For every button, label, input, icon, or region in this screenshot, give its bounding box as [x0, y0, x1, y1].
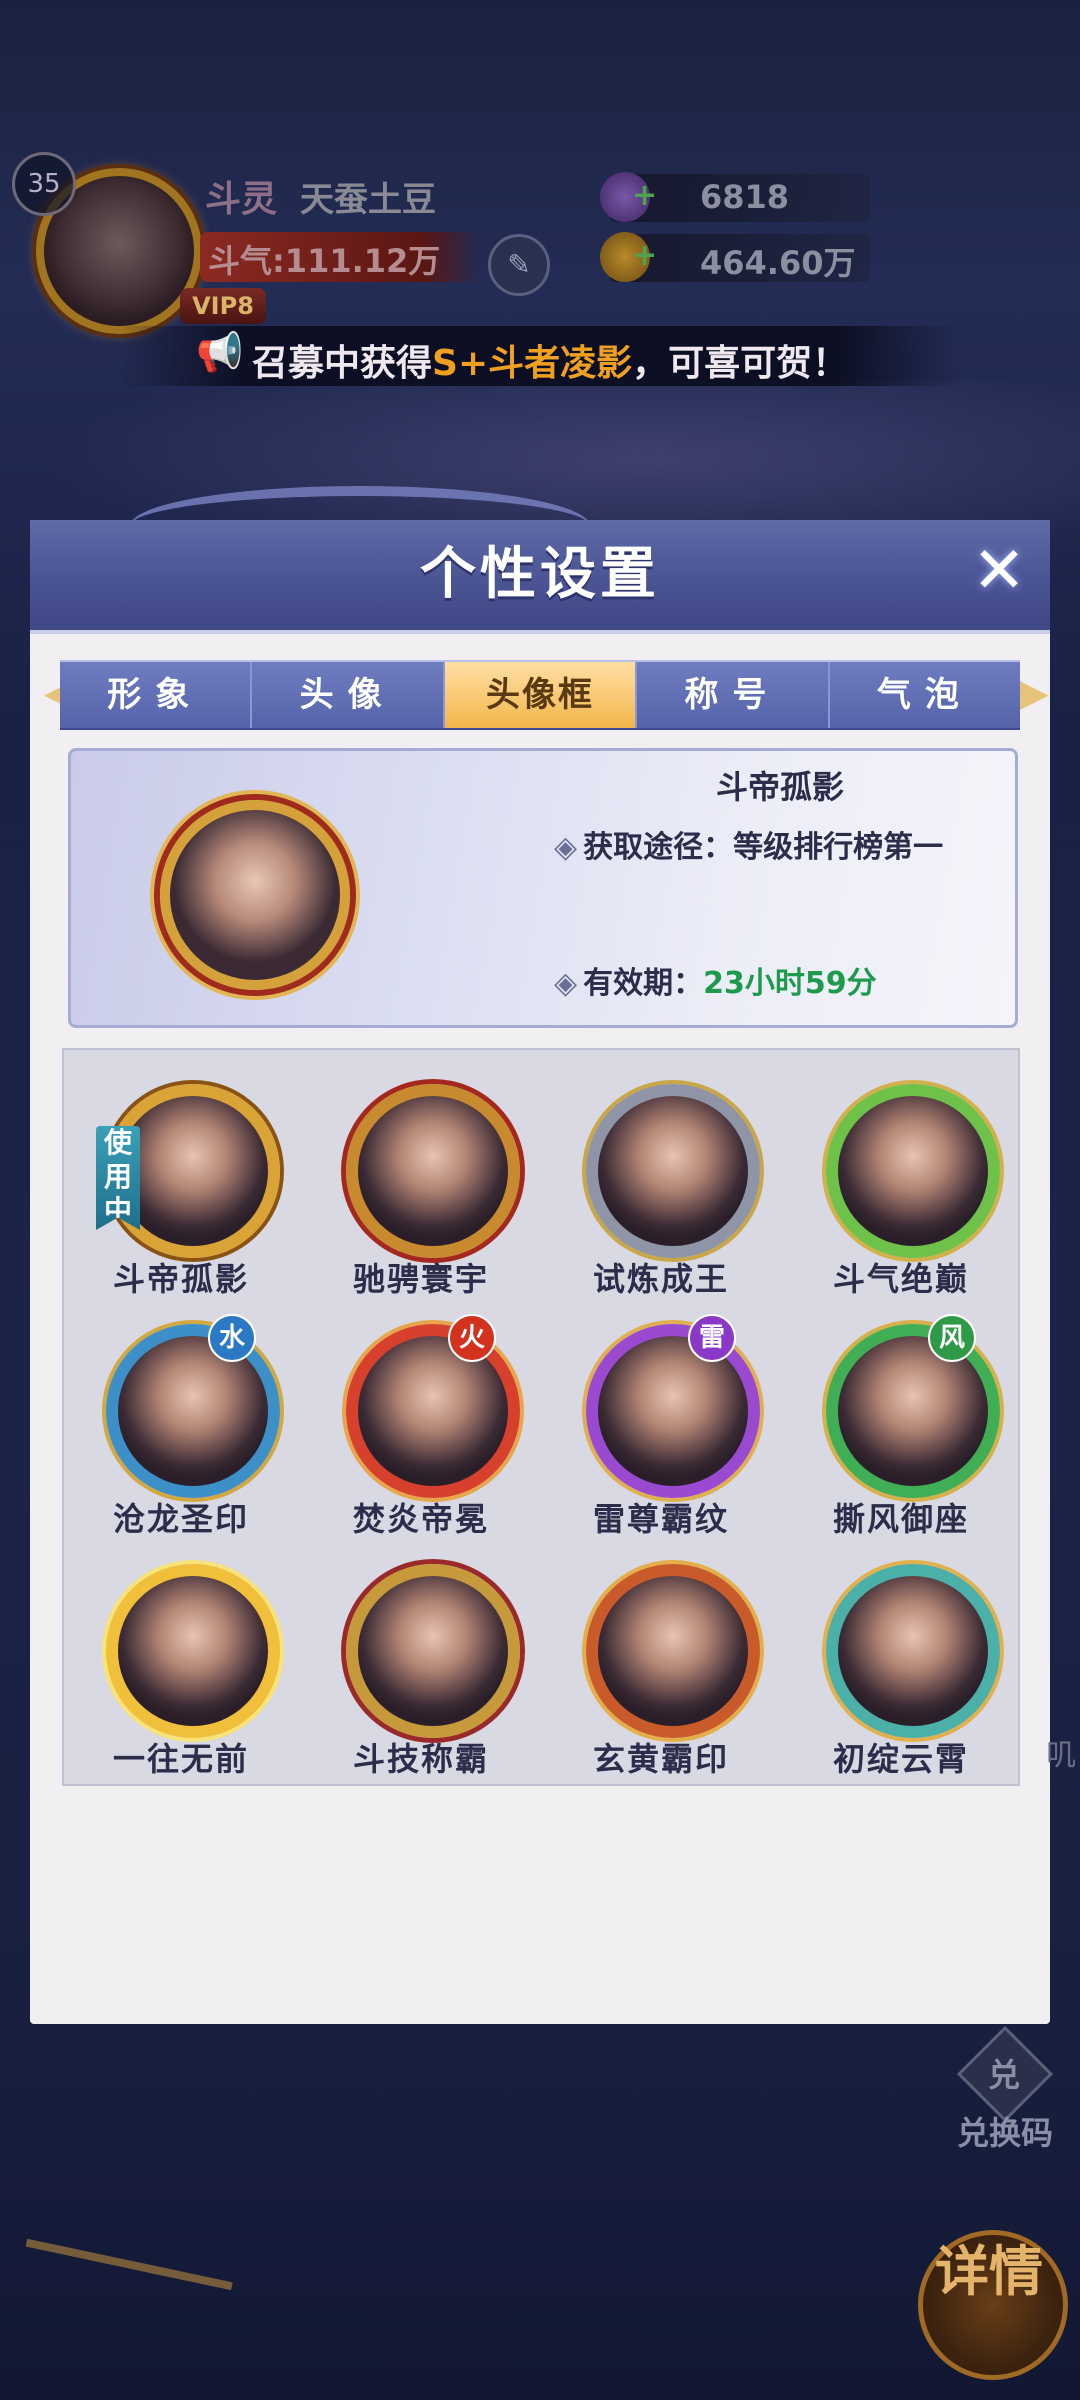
- redeem-label: 兑换码: [956, 2114, 1053, 2152]
- frame-source-value: 等级排行榜第一: [733, 830, 944, 865]
- frame-item[interactable]: 驰骋寰宇: [316, 1066, 520, 1306]
- frame-item[interactable]: 雷 雷尊霸纹: [556, 1306, 760, 1546]
- tab-appearance[interactable]: 形象: [60, 662, 253, 728]
- frame-label: 沧龙圣印: [112, 1500, 249, 1538]
- frame-item[interactable]: 一往无前: [76, 1546, 280, 1786]
- redeem-code-button[interactable]: 兑 兑换码: [950, 2025, 1060, 2152]
- frame-icon: [826, 1564, 1000, 1738]
- vip-badge: VIP8: [180, 288, 266, 324]
- wind-element-badge: 风: [928, 1314, 976, 1362]
- dialog-title: 个性设置: [420, 542, 660, 607]
- fire-element-badge: 火: [448, 1314, 496, 1362]
- gold-value: 464.60万: [700, 244, 856, 282]
- frame-item[interactable]: 试炼成王: [556, 1066, 760, 1306]
- announcement-highlight: S+斗者凌影: [432, 343, 633, 384]
- details-label: 详情: [935, 2240, 1043, 2303]
- frame-label: 雷尊霸纹: [592, 1500, 729, 1538]
- frame-label: 焚炎帝冕: [352, 1500, 489, 1538]
- frame-icon: [346, 1324, 520, 1498]
- frame-icon: [346, 1084, 520, 1258]
- tab-avatar[interactable]: 头像: [252, 662, 445, 728]
- frame-item[interactable]: 斗气绝巅: [796, 1066, 1000, 1306]
- announcement-text: 召募中获得S+斗者凌影，可喜可贺！: [252, 334, 848, 386]
- diamond-bullet-icon: ◈: [554, 830, 578, 865]
- frame-source-label: 获取途径：: [583, 830, 734, 865]
- frame-icon: [826, 1324, 1000, 1498]
- frame-item[interactable]: 水 沧龙圣印: [76, 1306, 280, 1546]
- frame-label: 初绽云霄: [832, 1740, 969, 1778]
- background-side-text: 叽: [1046, 1738, 1076, 1773]
- in-use-tag: 使用中: [96, 1126, 140, 1230]
- frame-item[interactable]: 初绽云霄: [796, 1546, 1000, 1786]
- tabs-right-ornament: ▶: [1018, 670, 1049, 716]
- tab-chat-bubble[interactable]: 气泡: [830, 662, 1020, 728]
- announcement-prefix: 召募中获得: [252, 343, 433, 384]
- frame-item[interactable]: 火 焚炎帝冕: [316, 1306, 520, 1546]
- power-value: 斗气:111.12万: [208, 242, 441, 280]
- frame-label: 撕风御座: [832, 1500, 969, 1538]
- frame-item[interactable]: 风 撕风御座: [796, 1306, 1000, 1546]
- frame-item[interactable]: 斗技称霸: [316, 1546, 520, 1786]
- add-gem-button[interactable]: +: [632, 178, 657, 213]
- frame-label: 驰骋寰宇: [352, 1260, 489, 1298]
- gem-value: 6818: [700, 178, 790, 216]
- frame-expire-value: 23小时59分: [703, 966, 877, 1001]
- megaphone-icon: 📢: [196, 330, 244, 374]
- tab-title[interactable]: 称号: [637, 662, 830, 728]
- frame-item[interactable]: 玄黄霸印: [556, 1546, 760, 1786]
- diamond-bullet-icon: ◈: [554, 966, 578, 1001]
- player-level-badge: 35: [12, 152, 76, 216]
- tab-bar: 形象 头像 头像框 称号 气泡: [60, 660, 1020, 730]
- close-icon[interactable]: ✕: [966, 538, 1032, 604]
- selected-frame-preview: [160, 800, 350, 990]
- frame-expire-label: 有效期：: [583, 966, 704, 1001]
- frame-label: 斗气绝巅: [832, 1260, 969, 1298]
- frame-icon: [106, 1324, 280, 1498]
- selected-frame-name: 斗帝孤影: [715, 768, 844, 806]
- announcement-suffix: ，可喜可贺！: [632, 343, 849, 384]
- frame-expire-line: ◈ 有效期：23小时59分: [554, 958, 877, 1002]
- frame-label: 一往无前: [112, 1740, 249, 1778]
- frame-label: 试炼成王: [592, 1260, 729, 1298]
- edit-name-button[interactable]: ✎: [488, 234, 550, 296]
- frame-icon: [826, 1084, 1000, 1258]
- frame-icon: [586, 1324, 760, 1498]
- player-title: 斗灵: [205, 179, 278, 220]
- water-element-badge: 水: [208, 1314, 256, 1362]
- frame-icon: [106, 1564, 280, 1738]
- frame-item[interactable]: 使用中 斗帝孤影: [76, 1066, 280, 1306]
- frame-source-line: ◈ 获取途径：等级排行榜第一: [554, 822, 943, 866]
- thunder-element-badge: 雷: [688, 1314, 736, 1362]
- player-name: 天蚕土豆: [300, 180, 436, 220]
- tab-avatar-frame[interactable]: 头像框: [444, 662, 638, 728]
- frame-label: 斗帝孤影: [112, 1260, 249, 1298]
- frame-icon: [586, 1564, 760, 1738]
- background-arrow-decoration: [17, 2238, 233, 2330]
- redeem-glyph: 兑: [988, 2056, 1021, 2094]
- frame-icon: [346, 1564, 520, 1738]
- frame-label: 玄黄霸印: [592, 1740, 729, 1778]
- frame-icon: [586, 1084, 760, 1258]
- add-gold-button[interactable]: +: [632, 238, 657, 273]
- frame-label: 斗技称霸: [352, 1740, 489, 1778]
